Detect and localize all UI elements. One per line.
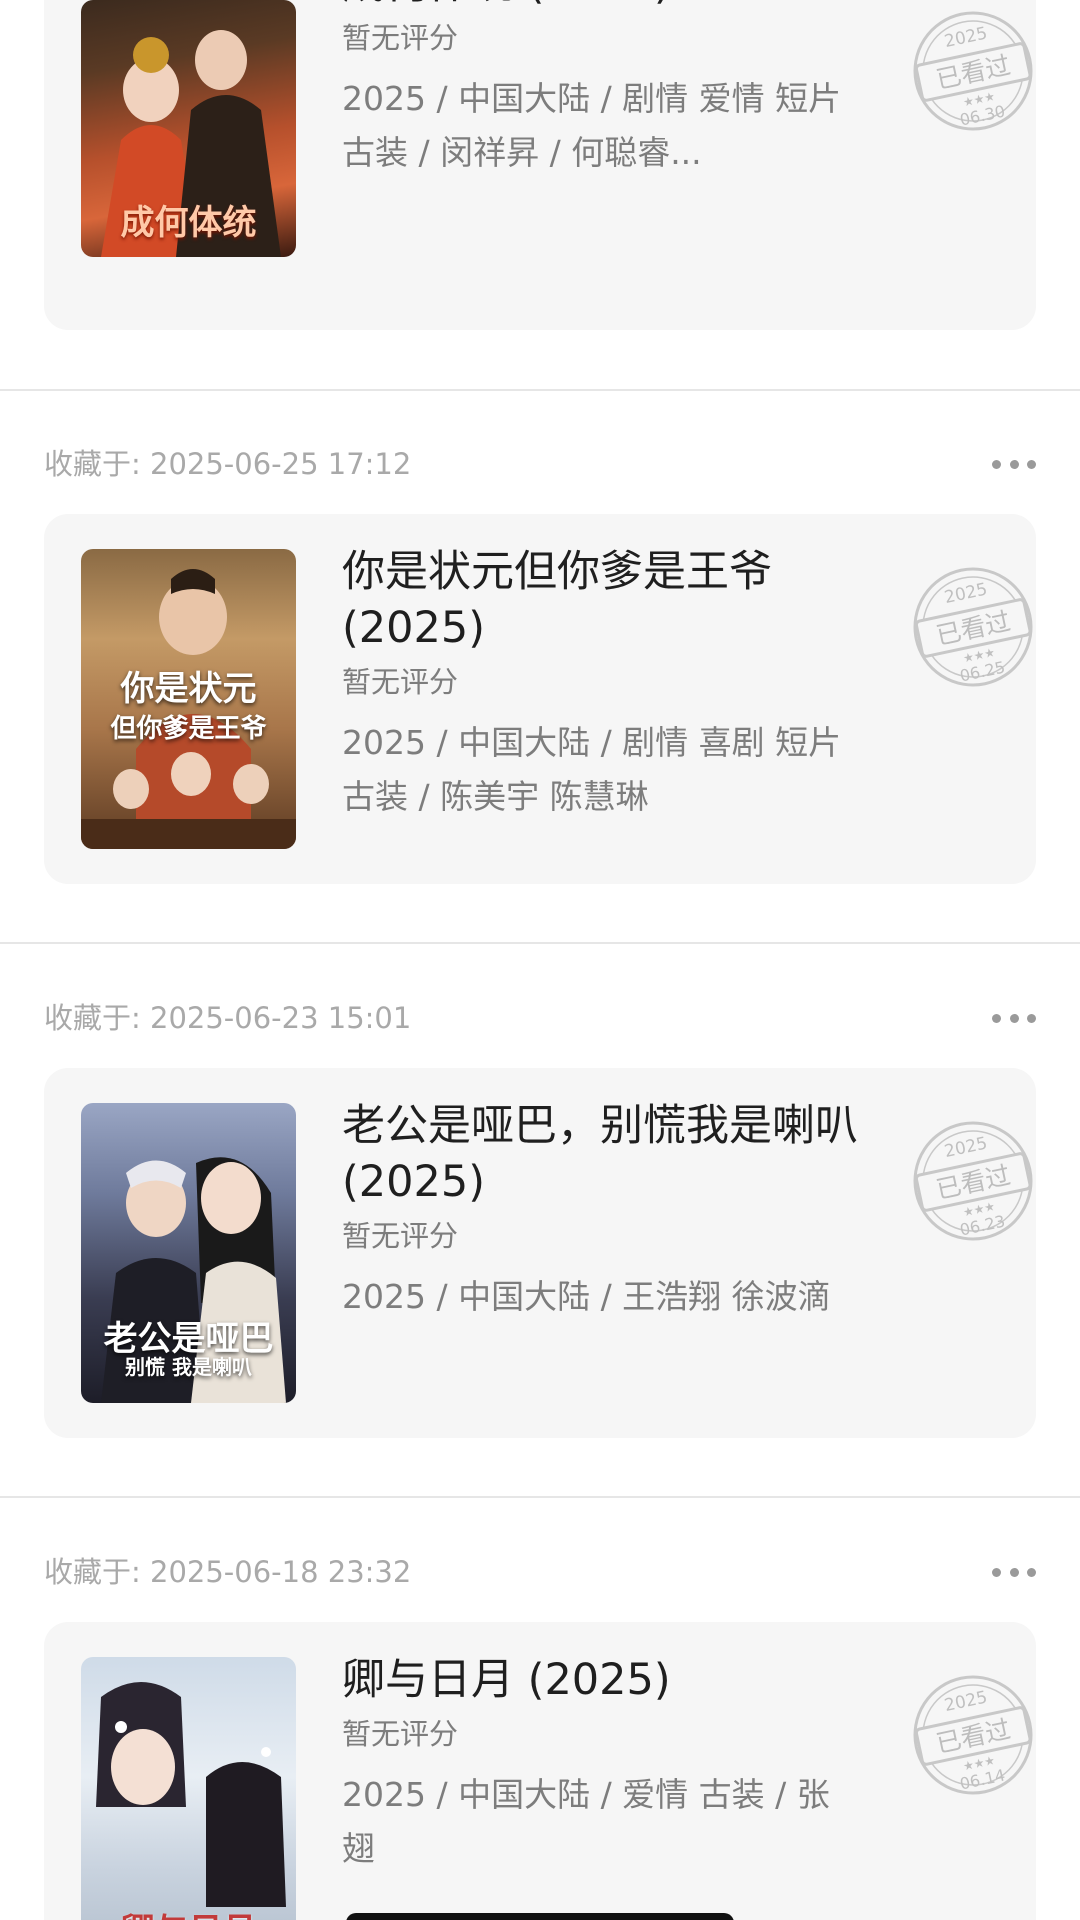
movie-details: 2025 / 中国大陆 / 王浩翔 徐波滴	[342, 1277, 831, 1316]
movie-card[interactable]: 老公是哑巴 别慌 我是喇叭 老公是哑巴，别慌我是喇叭 (2025) 暂无评分 2…	[44, 1068, 1036, 1438]
poster-title: 你是状元	[120, 669, 257, 709]
entry-divider	[0, 389, 1080, 391]
movie-card[interactable]: 你是状元 但你爹是王爷 你是状元但你爹是王爷 (2025) 暂无评分 2025 …	[44, 514, 1036, 884]
watched-stamp-icon: 2025 已看过 ★★★ 06.23	[913, 1121, 1033, 1241]
stamp-year: 2025	[943, 1687, 989, 1716]
entry-divider	[0, 942, 1080, 944]
more-dot	[1027, 459, 1036, 469]
movie-info: 卿与日月 (2025) 暂无评分 2025 / 中国大陆 / 爱情 古装 / 张…	[342, 1652, 862, 1876]
watched-stamp-icon: 2025 已看过 ★★★ 06.14	[913, 1675, 1033, 1795]
movie-poster: 成何体统	[81, 0, 296, 257]
movie-details: 2025 / 中国大陆 / 剧情 爱情 短片 古装 / 闵祥昇 / 何聪睿...	[342, 79, 842, 172]
more-dot	[1027, 1567, 1036, 1577]
movie-rating: 暂无评分	[342, 21, 459, 55]
poster-title: 卿与日月	[81, 1911, 296, 1920]
saved-timestamp: 收藏于: 2025-06-23 15:01	[44, 1001, 412, 1035]
poster-figures	[96, 1682, 286, 1907]
movie-poster: 你是状元 但你爹是王爷	[81, 549, 296, 849]
movie-info: 成何体统 (2025) 暂无评分 2025 / 中国大陆 / 剧情 爱情 短片 …	[342, 0, 862, 180]
collection-feed: 成何体统 成何体统 (2025) 暂无评分 2025 / 中国大陆 / 剧情 爱…	[0, 0, 1080, 1920]
saved-timestamp: 收藏于: 2025-06-25 17:12	[44, 447, 412, 481]
mini-player-bar[interactable]	[346, 1913, 734, 1920]
more-options-button[interactable]	[992, 452, 1036, 476]
movie-title[interactable]: 卿与日月 (2025)	[342, 1652, 862, 1708]
poster-title: 成何体统	[120, 203, 257, 243]
more-dot	[1009, 1013, 1019, 1023]
movie-poster: 老公是哑巴 别慌 我是喇叭	[81, 1103, 296, 1403]
movie-details: 2025 / 中国大陆 / 爱情 古装 / 张翅	[342, 1775, 830, 1868]
poster-title-line2: 但你爹是王爷	[110, 714, 267, 744]
movie-rating: 暂无评分	[342, 1717, 459, 1751]
movie-details: 2025 / 中国大陆 / 剧情 喜剧 短片 古装 / 陈美宇 陈慧琳	[342, 723, 842, 816]
entry-meta-row: 收藏于: 2025-06-25 17:12	[44, 444, 1036, 484]
movie-title[interactable]: 你是状元但你爹是王爷 (2025)	[342, 544, 862, 656]
movie-rating: 暂无评分	[342, 1219, 459, 1253]
stamp-year: 2025	[943, 23, 989, 52]
more-dot	[1009, 1567, 1019, 1577]
movie-info: 老公是哑巴，别慌我是喇叭 (2025) 暂无评分 2025 / 中国大陆 / 王…	[342, 1098, 862, 1324]
more-options-button[interactable]	[992, 1006, 1036, 1030]
movie-poster: 卿与日月	[81, 1657, 296, 1920]
movie-info: 你是状元但你爹是王爷 (2025) 暂无评分 2025 / 中国大陆 / 剧情 …	[342, 544, 862, 824]
entry-meta-row: 收藏于: 2025-06-23 15:01	[44, 998, 1036, 1038]
entry-divider	[0, 1496, 1080, 1498]
more-dots-icon	[992, 1013, 1001, 1023]
more-dots-icon	[992, 459, 1001, 469]
more-dot	[1009, 459, 1019, 469]
watched-stamp-icon: 2025 已看过 ★★★ 06.25	[913, 567, 1033, 687]
stamp-year: 2025	[943, 579, 989, 608]
movie-title[interactable]: 成何体统 (2025)	[342, 0, 862, 12]
movie-rating: 暂无评分	[342, 665, 459, 699]
entry-meta-row: 收藏于: 2025-06-18 23:32	[44, 1552, 1036, 1592]
movie-card[interactable]: 卿与日月 卿与日月 (2025) 暂无评分 2025 / 中国大陆 / 爱情 古…	[44, 1622, 1036, 1920]
saved-timestamp: 收藏于: 2025-06-18 23:32	[44, 1555, 412, 1589]
movie-card[interactable]: 成何体统 成何体统 (2025) 暂无评分 2025 / 中国大陆 / 剧情 爱…	[44, 0, 1036, 330]
more-dot	[1027, 1013, 1036, 1023]
stamp-year: 2025	[943, 1133, 989, 1162]
watched-stamp-icon: 2025 已看过 ★★★ 06.30	[913, 11, 1033, 131]
more-dots-icon	[992, 1567, 1001, 1577]
movie-title[interactable]: 老公是哑巴，别慌我是喇叭 (2025)	[342, 1098, 862, 1210]
more-options-button[interactable]	[992, 1560, 1036, 1584]
poster-title-line2: 别慌 我是喇叭	[125, 1355, 252, 1379]
